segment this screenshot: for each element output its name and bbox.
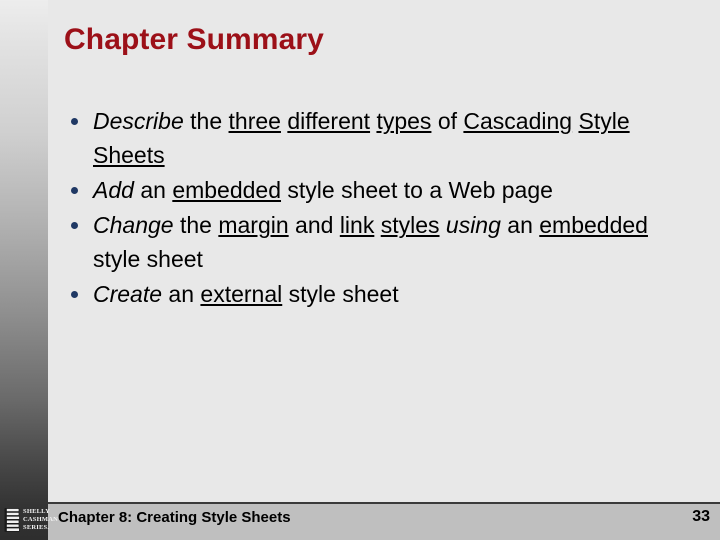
bullet-text: Change the margin and link styles using … — [93, 212, 648, 272]
bullet-text-segment: style sheet — [93, 246, 203, 272]
bullet-text-segment: embedded — [539, 212, 648, 238]
bullet-text: Create an external style sheet — [93, 281, 399, 307]
bullet-text-segment: Style — [578, 108, 630, 134]
bullet-text-segment: three — [228, 108, 281, 134]
bullet-text-segment: embedded — [172, 177, 282, 203]
footer-chapter-title: Chapter 8: Creating Style Sheets — [58, 509, 291, 526]
bullet-text-segment: different — [287, 108, 371, 134]
summary-bullet-list: Describe the three different types of Ca… — [62, 104, 692, 312]
logo-line-2: CASHMAN — [23, 516, 58, 523]
page-number: 33 — [692, 508, 710, 525]
bullet-text-segment: Sheets — [93, 142, 165, 168]
bullet-item: Add an embedded style sheet to a Web pag… — [62, 173, 692, 207]
bullet-dot-icon — [71, 118, 78, 125]
logo-line-1: SHELLY — [23, 508, 50, 515]
bullet-text-segment: Describe — [93, 108, 184, 134]
left-gradient-bar — [0, 0, 48, 540]
bullet-text-segment: style sheet — [282, 281, 399, 307]
bullet-text-segment: and — [288, 212, 340, 238]
bullet-item: Describe the three different types of Ca… — [62, 104, 692, 172]
bullet-text-segment: the — [173, 212, 219, 238]
page-title: Chapter Summary — [64, 23, 324, 56]
bullet-text-segment: link — [339, 212, 375, 238]
bullet-text-segment: Change — [93, 212, 174, 238]
publisher-wordmark: SHELLY CASHMAN SERIES. — [23, 508, 58, 532]
bullet-text-segment: an — [162, 281, 201, 307]
bullet-dot-icon — [71, 187, 78, 194]
bullet-text-segment: the — [183, 108, 229, 134]
bullet-text-segment: Cascading — [463, 108, 573, 134]
bullet-text-segment: of — [431, 108, 464, 134]
bullet-text-segment: styles — [380, 212, 440, 238]
bullet-text: Add an embedded style sheet to a Web pag… — [93, 177, 553, 203]
stacked-books-icon — [4, 508, 20, 532]
bullet-text-segment: external — [200, 281, 283, 307]
bullet-text-segment: using — [445, 212, 501, 238]
bullet-text-segment: style sheet to a Web page — [281, 177, 553, 203]
bullet-dot-icon — [71, 222, 78, 229]
bullet-text-segment: an — [500, 212, 540, 238]
bullet-text-segment: an — [133, 177, 173, 203]
publisher-logo: SHELLY CASHMAN SERIES. — [4, 500, 58, 540]
bullet-text-segment: types — [376, 108, 432, 134]
bullet-text-segment: Add — [93, 177, 134, 203]
bullet-text-segment: Create — [93, 281, 163, 307]
bullet-item: Create an external style sheet — [62, 277, 692, 311]
logo-line-3: SERIES. — [23, 524, 50, 531]
bullet-text-segment: margin — [218, 212, 289, 238]
bullet-dot-icon — [71, 291, 78, 298]
bullet-item: Change the margin and link styles using … — [62, 208, 692, 276]
slide-canvas: Chapter Summary Describe the three diffe… — [0, 0, 720, 540]
bullet-text: Describe the three different types of Ca… — [93, 108, 630, 168]
